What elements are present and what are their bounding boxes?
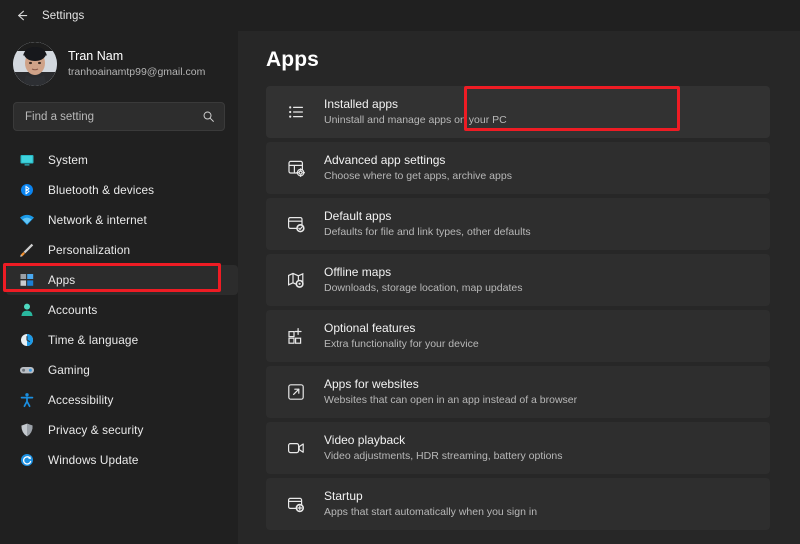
sidebar-item-label: Privacy & security: [48, 423, 144, 437]
user-profile[interactable]: Tran Nam tranhoainamtp99@gmail.com: [0, 31, 238, 97]
card-subtitle: Websites that can open in an app instead…: [324, 393, 578, 406]
card-text: Installed apps Uninstall and manage apps…: [324, 97, 507, 127]
grid-plus-icon: [285, 326, 306, 347]
card-text: Advanced app settings Choose where to ge…: [324, 153, 512, 183]
sidebar-item-accessibility[interactable]: Accessibility: [6, 385, 238, 415]
list-bullets-icon: [285, 102, 306, 123]
card-title: Startup: [324, 488, 363, 503]
user-profile-text: Tran Nam tranhoainamtp99@gmail.com: [68, 49, 205, 79]
window-body: Tran Nam tranhoainamtp99@gmail.com Find …: [0, 31, 800, 544]
settings-card-apps-for-websites[interactable]: Apps for websites Websites that can open…: [266, 366, 770, 418]
monitor-icon: [18, 152, 35, 169]
settings-card-list: Installed apps Uninstall and manage apps…: [238, 86, 800, 530]
card-title: Video playback: [324, 432, 406, 447]
card-text: Default apps Defaults for file and link …: [324, 209, 531, 239]
settings-card-startup[interactable]: Startup Apps that start automatically wh…: [266, 478, 770, 530]
user-name: Tran Nam: [68, 49, 124, 64]
card-subtitle: Extra functionality for your device: [324, 337, 479, 350]
title-bar: Settings: [0, 0, 800, 31]
sidebar-item-apps[interactable]: Apps: [6, 265, 238, 295]
sidebar-item-system[interactable]: System: [6, 145, 238, 175]
wifi-icon: [18, 212, 35, 229]
card-subtitle: Video adjustments, HDR streaming, batter…: [324, 449, 563, 462]
card-title: Optional features: [324, 320, 416, 335]
card-text: Startup Apps that start automatically wh…: [324, 489, 537, 519]
card-title: Apps for websites: [324, 376, 419, 391]
settings-card-video-playback[interactable]: Video playback Video adjustments, HDR st…: [266, 422, 770, 474]
sidebar-item-privacy-security[interactable]: Privacy & security: [6, 415, 238, 445]
user-avatar-photo: [13, 42, 57, 86]
settings-card-installed-apps[interactable]: Installed apps Uninstall and manage apps…: [266, 86, 770, 138]
bluetooth-icon: [18, 182, 35, 199]
page-title: Apps: [266, 48, 319, 71]
app-settings-icon: [285, 158, 306, 179]
card-subtitle: Defaults for file and link types, other …: [324, 225, 531, 238]
card-title: Offline maps: [324, 264, 392, 279]
settings-card-default-apps[interactable]: Default apps Defaults for file and link …: [266, 198, 770, 250]
main-content: Apps Installed apps Uninstall and manage…: [238, 31, 800, 544]
card-title: Advanced app settings: [324, 152, 446, 167]
settings-card-offline-maps[interactable]: Offline maps Downloads, storage location…: [266, 254, 770, 306]
update-refresh-icon: [18, 452, 35, 469]
accessibility-icon: [18, 392, 35, 409]
window-title: Settings: [42, 9, 85, 22]
sidebar-item-label: Bluetooth & devices: [48, 183, 155, 197]
search-input[interactable]: [25, 110, 202, 123]
gamepad-icon: [18, 362, 35, 379]
sidebar-item-time-language[interactable]: Time & language: [6, 325, 238, 355]
sidebar-item-label: Gaming: [48, 363, 90, 377]
back-arrow-icon[interactable]: [10, 5, 32, 27]
sidebar-item-accounts[interactable]: Accounts: [6, 295, 238, 325]
user-email: tranhoainamtp99@gmail.com: [68, 66, 206, 79]
card-text: Apps for websites Websites that can open…: [324, 377, 577, 407]
card-subtitle: Choose where to get apps, archive apps: [324, 169, 512, 182]
search-box[interactable]: [13, 102, 225, 131]
paintbrush-icon: [18, 242, 35, 259]
external-link-icon: [285, 382, 306, 403]
sidebar-item-label: System: [48, 153, 88, 167]
search-icon: [202, 110, 215, 123]
card-subtitle: Downloads, storage location, map updates: [324, 281, 523, 294]
sidebar-item-label: Time & language: [48, 333, 139, 347]
clock-icon: [18, 332, 35, 349]
card-title: Default apps: [324, 208, 392, 223]
apps-grid-icon: [18, 272, 35, 289]
sidebar-item-label: Network & internet: [48, 213, 147, 227]
sidebar-item-label: Windows Update: [48, 453, 139, 467]
person-icon: [18, 302, 35, 319]
sidebar-item-bluetooth-devices[interactable]: Bluetooth & devices: [6, 175, 238, 205]
sidebar-item-personalization[interactable]: Personalization: [6, 235, 238, 265]
video-camera-icon: [285, 438, 306, 459]
card-subtitle: Apps that start automatically when you s…: [324, 505, 538, 518]
card-subtitle: Uninstall and manage apps on your PC: [324, 113, 507, 126]
settings-card-advanced-app-settings[interactable]: Advanced app settings Choose where to ge…: [266, 142, 770, 194]
startup-window-icon: [285, 494, 306, 515]
card-text: Optional features Extra functionality fo…: [324, 321, 479, 351]
shield-icon: [18, 422, 35, 439]
sidebar-item-label: Apps: [48, 273, 76, 287]
card-text: Offline maps Downloads, storage location…: [324, 265, 522, 295]
card-title: Installed apps: [324, 96, 399, 111]
sidebar-item-network-internet[interactable]: Network & internet: [6, 205, 238, 235]
card-text: Video playback Video adjustments, HDR st…: [324, 433, 563, 463]
window-check-icon: [285, 214, 306, 235]
sidebar-nav: System Bluetooth & devices Network & int…: [0, 145, 238, 475]
sidebar-item-label: Personalization: [48, 243, 131, 257]
settings-window: Settings Tran Nam tranhoainamtp99@gmail.…: [0, 0, 800, 544]
sidebar-item-gaming[interactable]: Gaming: [6, 355, 238, 385]
sidebar: Tran Nam tranhoainamtp99@gmail.com Find …: [0, 31, 238, 544]
map-pin-icon: [285, 270, 306, 291]
sidebar-item-label: Accounts: [48, 303, 98, 317]
settings-card-optional-features[interactable]: Optional features Extra functionality fo…: [266, 310, 770, 362]
sidebar-item-windows-update[interactable]: Windows Update: [6, 445, 238, 475]
sidebar-item-label: Accessibility: [48, 393, 114, 407]
